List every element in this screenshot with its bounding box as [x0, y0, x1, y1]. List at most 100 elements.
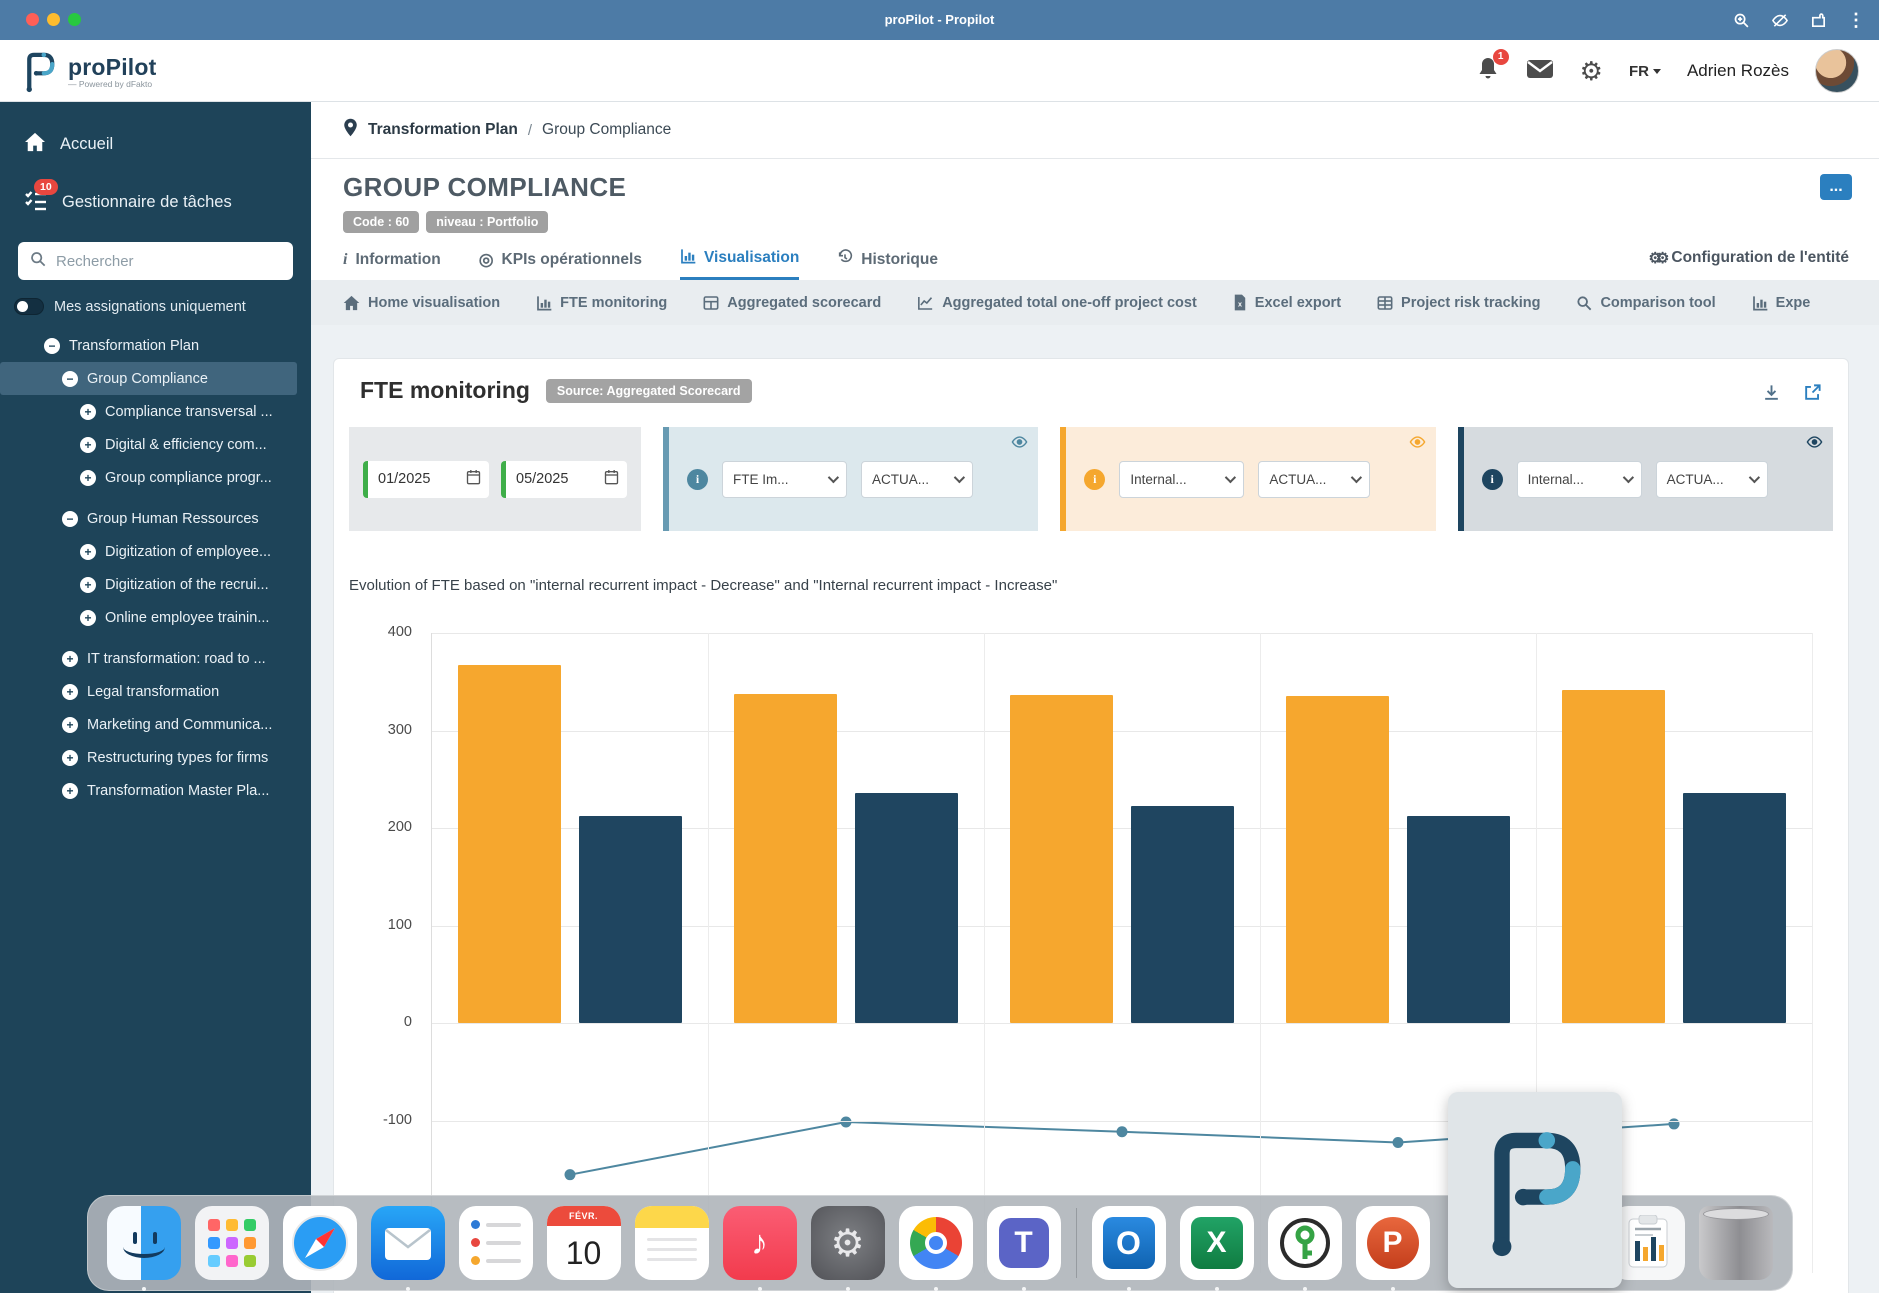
my-assignments-toggle[interactable] — [14, 298, 44, 315]
subtab-aggregated-total-cost[interactable]: Aggregated total one-off project cost — [917, 295, 1197, 311]
kpi-select[interactable]: Internal... — [1517, 461, 1642, 498]
tree-item[interactable]: +Group compliance progr... — [0, 461, 311, 494]
expand-icon[interactable]: + — [80, 577, 96, 593]
dock-finder-icon[interactable] — [107, 1206, 181, 1280]
tree-item[interactable]: +Compliance transversal ... — [0, 395, 311, 428]
tree-item[interactable]: +Digitization of the recrui... — [0, 568, 311, 601]
scenario-select[interactable]: ACTUA... — [1656, 461, 1768, 498]
browser-extensions-icon[interactable] — [1810, 12, 1827, 29]
expand-icon[interactable]: + — [80, 470, 96, 486]
tab-kpis-operationnels[interactable]: ◎KPIs opérationnels — [479, 245, 642, 280]
sidebar-item-task-manager[interactable]: 10 Gestionnaire de tâches — [0, 184, 311, 220]
chart-description: Evolution of FTE based on "internal recu… — [349, 577, 1057, 594]
avatar[interactable] — [1815, 49, 1859, 93]
series-panel-increase: i Internal... ACTUA... — [1060, 427, 1435, 531]
collapse-icon[interactable]: − — [62, 511, 78, 527]
y-tick-label: 200 — [342, 819, 412, 835]
chart-filters: 01/2025 05/2025 i FTE Im... ACTUA... i — [349, 427, 1833, 531]
dock-music-icon[interactable]: ♪ — [723, 1206, 797, 1280]
propilot-logo[interactable]: proPilot — Powered by dFakto — [20, 48, 156, 94]
table-icon — [1377, 295, 1393, 311]
more-options-button[interactable]: ... — [1820, 174, 1852, 200]
tree-item[interactable]: +Transformation Master Pla... — [0, 774, 311, 807]
settings-gear-icon[interactable]: ⚙ — [1580, 56, 1603, 87]
search-input[interactable] — [54, 252, 264, 271]
download-icon[interactable] — [1762, 383, 1781, 407]
date-from-input[interactable]: 01/2025 — [363, 461, 489, 498]
subtab-aggregated-scorecard[interactable]: Aggregated scorecard — [703, 295, 881, 311]
subtab-excel-export[interactable]: x Excel export — [1233, 294, 1341, 311]
subtab-expected[interactable]: Expe — [1752, 295, 1811, 311]
dock-calendar-icon[interactable]: FÉVR.10 — [547, 1206, 621, 1280]
dock-safari-icon[interactable] — [283, 1206, 357, 1280]
chevron-down-icon — [954, 472, 965, 483]
expand-icon[interactable]: + — [62, 783, 78, 799]
subtab-fte-monitoring[interactable]: FTE monitoring — [536, 295, 667, 311]
expand-icon[interactable]: + — [80, 404, 96, 420]
expand-icon[interactable]: + — [80, 437, 96, 453]
expand-icon[interactable]: + — [80, 544, 96, 560]
tree-item[interactable]: +IT transformation: road to ... — [0, 642, 311, 675]
collapse-icon[interactable]: − — [62, 371, 78, 387]
svg-text:x: x — [1238, 299, 1242, 308]
notifications-bell-icon[interactable]: 1 — [1476, 56, 1500, 87]
tree-item[interactable]: +Restructuring types for firms — [0, 741, 311, 774]
dock-outlook-icon[interactable]: O — [1092, 1206, 1166, 1280]
date-to-input[interactable]: 05/2025 — [501, 461, 627, 498]
tab-historique[interactable]: Historique — [837, 245, 938, 280]
breadcrumb-root[interactable]: Transformation Plan — [368, 121, 518, 139]
dock-powerpoint-icon[interactable]: P — [1356, 1206, 1430, 1280]
dock-chrome-icon[interactable] — [899, 1206, 973, 1280]
language-selector[interactable]: FR — [1629, 63, 1661, 80]
y-tick-label: 300 — [342, 722, 412, 738]
dock-teams-icon[interactable]: T — [987, 1206, 1061, 1280]
kpi-select[interactable]: FTE Im... — [722, 461, 847, 498]
dock-mail-icon[interactable] — [371, 1206, 445, 1280]
tree-item[interactable]: −Group Human Ressources — [0, 502, 311, 535]
subtab-project-risk-tracking[interactable]: Project risk tracking — [1377, 295, 1540, 311]
messages-icon[interactable] — [1526, 59, 1554, 84]
browser-menu-icon[interactable]: ⋮ — [1847, 8, 1865, 32]
expand-icon[interactable]: + — [62, 684, 78, 700]
dock-notes-icon[interactable] — [635, 1206, 709, 1280]
tree-item[interactable]: +Digital & efficiency com... — [0, 428, 311, 461]
tree-item-selected[interactable]: −Group Compliance — [0, 362, 297, 395]
tree-item[interactable]: +Legal transformation — [0, 675, 311, 708]
tree-item[interactable]: −Transformation Plan — [0, 329, 311, 362]
dock-keychain-icon[interactable] — [1268, 1206, 1342, 1280]
expand-icon[interactable]: + — [80, 610, 96, 626]
caret-down-icon — [1653, 69, 1661, 74]
sidebar-item-accueil[interactable]: Accueil — [0, 128, 311, 160]
subtab-comparison-tool[interactable]: Comparison tool — [1576, 295, 1715, 311]
collapse-icon[interactable]: − — [44, 338, 60, 354]
visibility-eye-icon[interactable] — [1806, 435, 1823, 454]
tree-item[interactable]: +Online employee trainin... — [0, 601, 311, 634]
entity-configuration-button[interactable]: ⚙⚙ Configuration de l'entité — [1648, 249, 1849, 267]
sidebar: Accueil 10 Gestionnaire de tâches Mes as… — [0, 102, 311, 1293]
dock-excel-icon[interactable]: X — [1180, 1206, 1254, 1280]
external-link-icon[interactable] — [1803, 383, 1822, 407]
tree-item[interactable]: +Digitization of employee... — [0, 535, 311, 568]
browser-eye-off-icon[interactable] — [1770, 12, 1790, 29]
subtab-home-visualisation[interactable]: Home visualisation — [343, 295, 500, 311]
scenario-select[interactable]: ACTUA... — [861, 461, 973, 498]
sidebar-search[interactable] — [18, 242, 293, 280]
tab-visualisation[interactable]: Visualisation — [680, 245, 799, 280]
tab-information[interactable]: iInformation — [343, 245, 441, 280]
info-icon: i — [1084, 469, 1105, 490]
dock-trash-icon[interactable] — [1699, 1206, 1773, 1280]
visibility-eye-icon[interactable] — [1409, 435, 1426, 454]
bar-decrease — [855, 793, 958, 1023]
kpi-select[interactable]: Internal... — [1119, 461, 1244, 498]
dock-system-settings-icon[interactable]: ⚙ — [811, 1206, 885, 1280]
expand-icon[interactable]: + — [62, 651, 78, 667]
scenario-select[interactable]: ACTUA... — [1258, 461, 1370, 498]
tree-item[interactable]: +Marketing and Communica... — [0, 708, 311, 741]
expand-icon[interactable]: + — [62, 750, 78, 766]
dock-launchpad-icon[interactable] — [195, 1206, 269, 1280]
visibility-eye-icon[interactable] — [1011, 435, 1028, 454]
expand-icon[interactable]: + — [62, 717, 78, 733]
chevron-down-icon — [1351, 472, 1362, 483]
dock-reminders-icon[interactable] — [459, 1206, 533, 1280]
browser-zoom-icon[interactable] — [1733, 12, 1750, 29]
